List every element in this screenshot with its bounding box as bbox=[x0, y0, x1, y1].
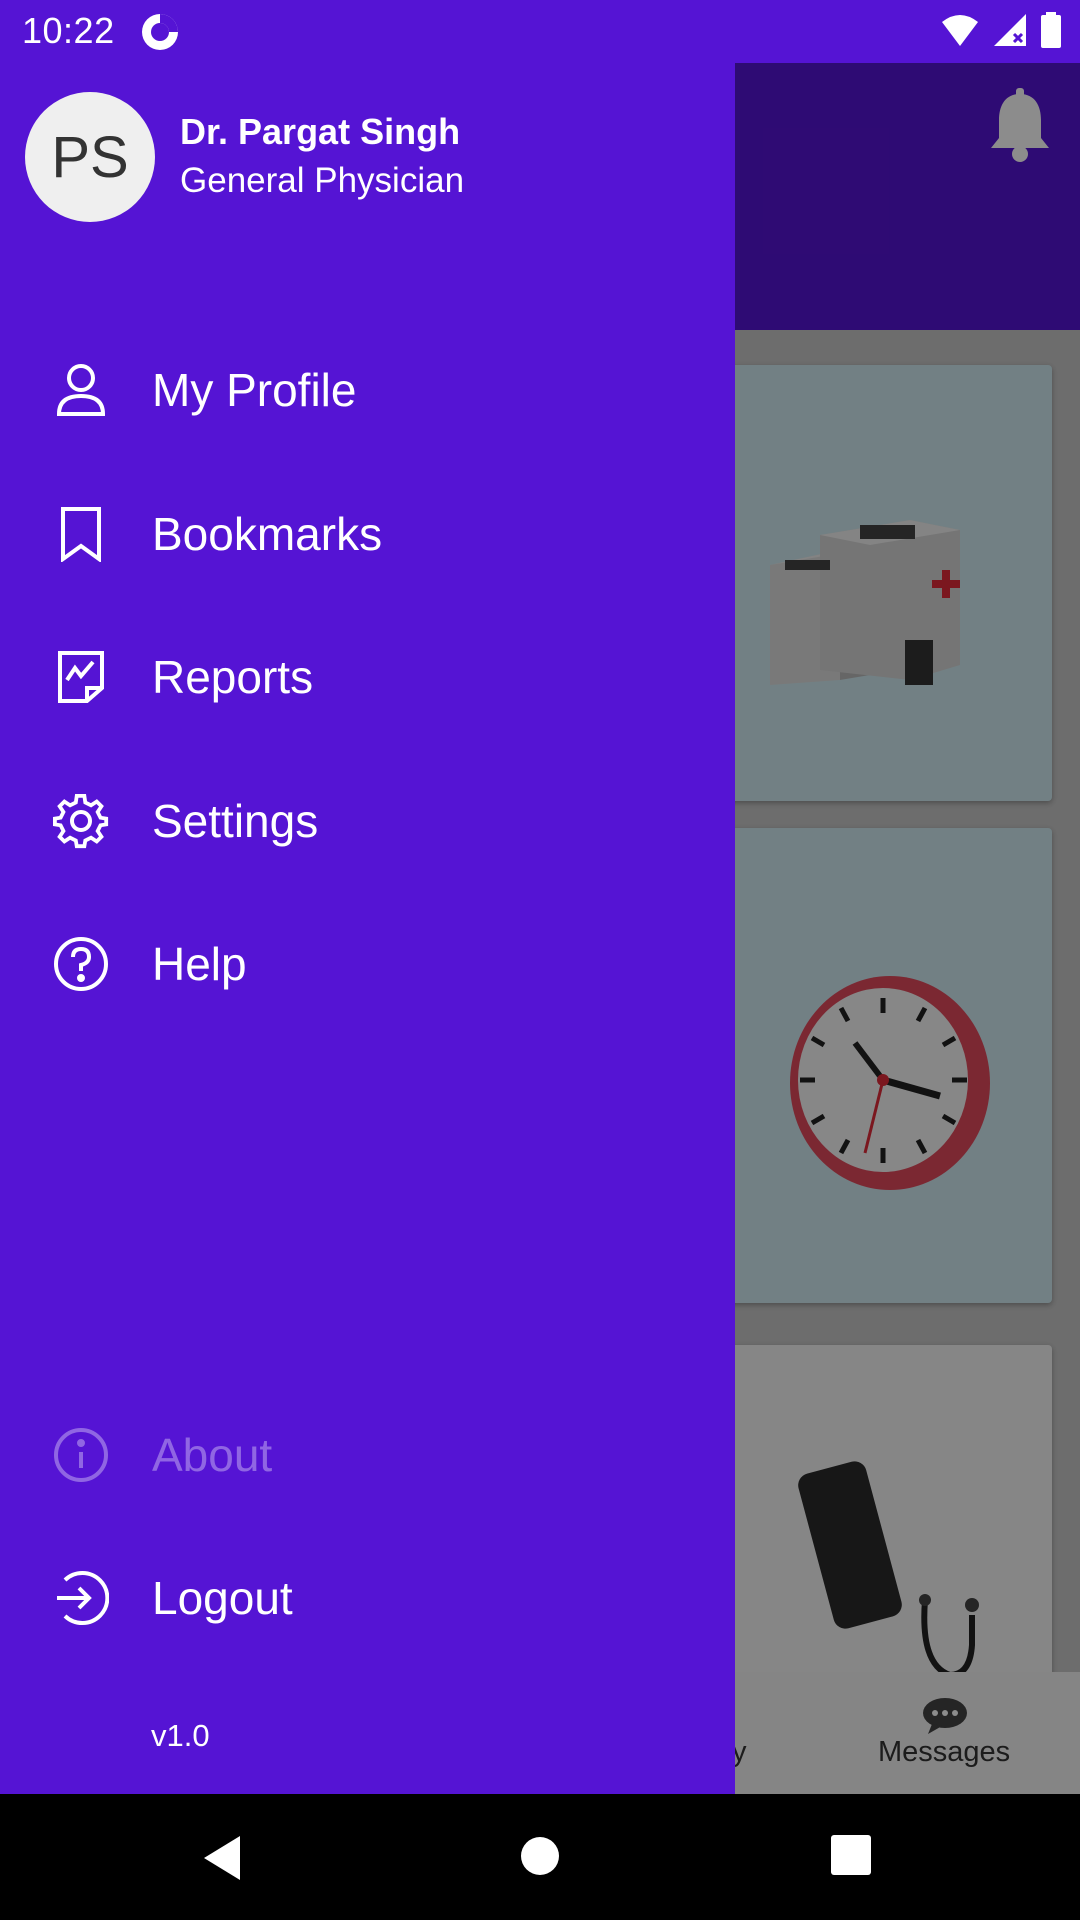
info-circle-icon bbox=[52, 1426, 110, 1484]
back-icon[interactable] bbox=[200, 1834, 244, 1887]
user-name: Dr. Pargat Singh bbox=[180, 111, 461, 152]
menu-label: About bbox=[152, 1429, 273, 1481]
report-chart-icon bbox=[52, 648, 110, 706]
user-role: General Physician bbox=[180, 161, 465, 200]
avatar[interactable]: PS bbox=[25, 92, 155, 222]
app-notification-icon bbox=[140, 12, 180, 52]
battery-icon bbox=[1040, 11, 1062, 53]
menu-label: Settings bbox=[152, 795, 319, 847]
app-version: v1.0 bbox=[151, 1718, 210, 1753]
system-navigation-bar bbox=[0, 1794, 1080, 1920]
menu-item-help[interactable]: Help bbox=[0, 909, 735, 1019]
cellular-signal-icon bbox=[992, 12, 1028, 53]
status-indicators bbox=[940, 11, 1062, 53]
gear-icon bbox=[52, 792, 110, 850]
home-icon[interactable] bbox=[518, 1834, 562, 1883]
status-time: 10:22 bbox=[22, 10, 115, 51]
menu-label: Bookmarks bbox=[152, 508, 383, 560]
bookmark-icon bbox=[52, 505, 110, 563]
navigation-drawer: PS Dr. Pargat Singh General Physician My… bbox=[0, 63, 735, 1794]
status-bar: 10:22 bbox=[0, 0, 1080, 63]
menu-item-reports[interactable]: Reports bbox=[0, 622, 735, 732]
recents-icon[interactable] bbox=[830, 1834, 872, 1881]
help-circle-icon bbox=[52, 935, 110, 993]
menu-item-bookmarks[interactable]: Bookmarks bbox=[0, 479, 735, 589]
menu-label: Help bbox=[152, 938, 247, 990]
menu-label: My Profile bbox=[152, 364, 357, 416]
menu-item-about[interactable]: About bbox=[0, 1400, 735, 1510]
wifi-icon bbox=[940, 12, 980, 53]
menu-label: Logout bbox=[152, 1572, 293, 1624]
menu-item-my-profile[interactable]: My Profile bbox=[0, 335, 735, 445]
menu-item-logout[interactable]: Logout bbox=[0, 1543, 735, 1653]
avatar-initials: PS bbox=[51, 124, 129, 190]
menu-label: Reports bbox=[152, 651, 314, 703]
menu-item-settings[interactable]: Settings bbox=[0, 766, 735, 876]
logout-icon bbox=[52, 1569, 110, 1627]
person-icon bbox=[52, 361, 110, 419]
